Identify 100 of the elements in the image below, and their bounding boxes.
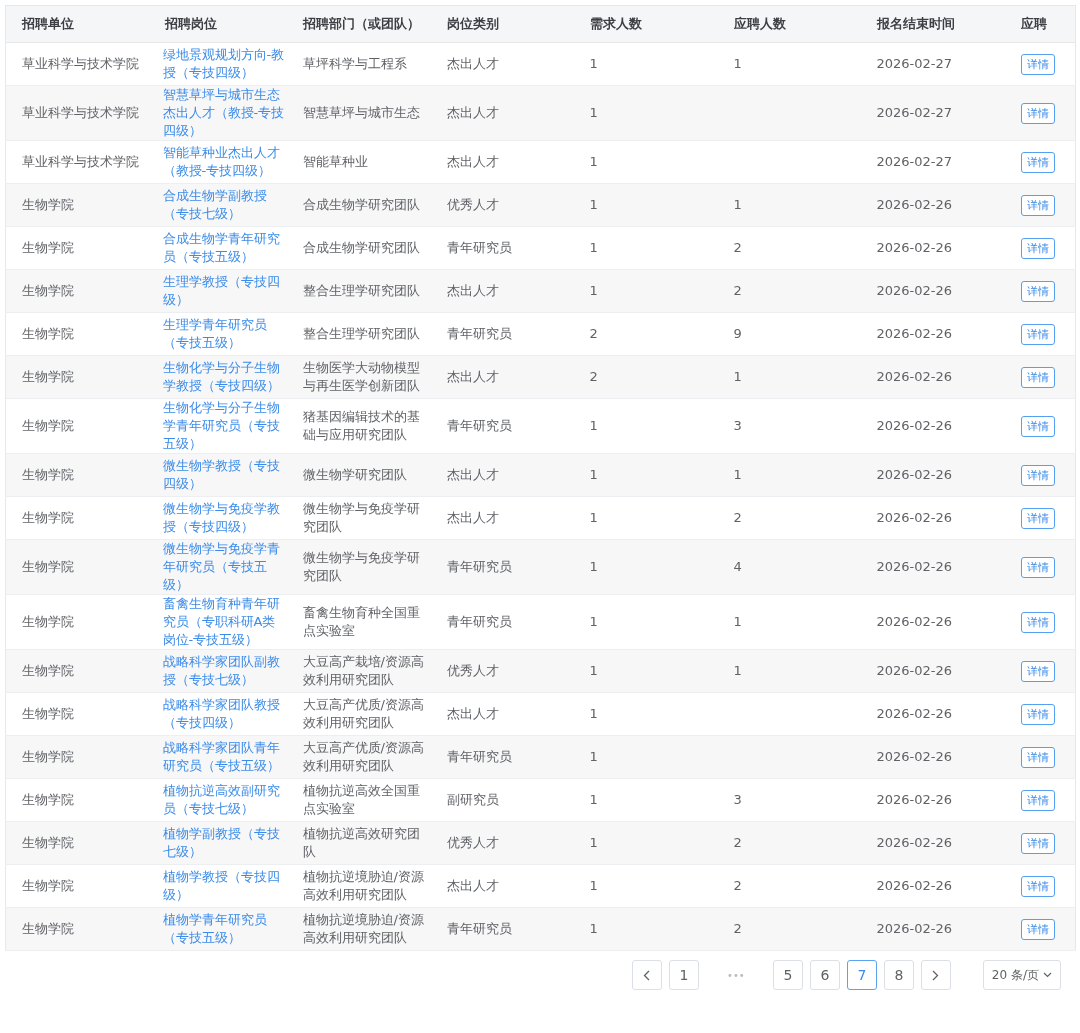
position-link[interactable]: 绿地景观规划方向-教授（专技四级） <box>162 46 287 82</box>
table-cell: 整合生理学研究团队 <box>302 326 420 341</box>
table-cell: 杰出人才 <box>446 467 499 482</box>
table-cell: 合成生物学研究团队 <box>302 240 420 255</box>
table-cell: 青年研究员 <box>446 749 512 764</box>
table-cell: 青年研究员 <box>446 559 512 574</box>
details-button[interactable]: 详情 <box>1020 151 1055 173</box>
next-page-button[interactable] <box>920 960 951 990</box>
table-cell: 畜禽生物育种全国重点实验室 <box>302 605 420 638</box>
table-cell: 大豆高产栽培/资源高效利用研究团队 <box>302 654 424 687</box>
table-cell: 草业科学与技术学院 <box>22 105 139 120</box>
table-cell: 微生物学研究团队 <box>302 467 407 482</box>
table-cell: 杰出人才 <box>446 283 499 298</box>
table-cell: 1 <box>733 663 742 678</box>
table-cell: 智慧草坪与城市生态 <box>302 105 420 120</box>
position-link[interactable]: 植物学教授（专技四级） <box>162 868 287 904</box>
position-link[interactable]: 畜禽生物育种青年研究员（专职科研A类岗位-专技五级） <box>162 595 287 649</box>
table-cell: 2 <box>733 921 742 936</box>
table-cell: 青年研究员 <box>446 240 512 255</box>
more-pages-button[interactable]: ••• <box>705 967 766 983</box>
table-cell: 2 <box>733 240 742 255</box>
table-cell: 青年研究员 <box>446 921 512 936</box>
page-button[interactable]: 7 <box>846 960 877 990</box>
table-cell: 生物学院 <box>22 878 74 893</box>
table-cell: 1 <box>589 510 598 525</box>
page-button[interactable]: 8 <box>883 960 914 990</box>
column-header: 招聘岗位 <box>148 5 287 43</box>
page-button[interactable]: 5 <box>772 960 803 990</box>
column-header: 需求人数 <box>573 5 718 43</box>
details-button[interactable]: 详情 <box>1020 194 1055 216</box>
details-button[interactable]: 详情 <box>1020 832 1055 854</box>
page-size-dropdown[interactable]: 20 条/页 <box>982 960 1061 990</box>
table-cell: 生物学院 <box>22 921 74 936</box>
table-cell: 2026-02-26 <box>876 559 953 574</box>
table-cell: 微生物学与免疫学研究团队 <box>302 550 420 583</box>
table-cell: 1 <box>733 614 742 629</box>
details-button[interactable]: 详情 <box>1020 415 1055 437</box>
position-link[interactable]: 生物化学与分子生物学青年研究员（专技五级） <box>162 399 287 453</box>
table-cell: 草业科学与技术学院 <box>22 154 139 169</box>
table-cell: 大豆高产优质/资源高效利用研究团队 <box>302 697 424 730</box>
table-cell: 草业科学与技术学院 <box>22 56 139 71</box>
table-cell: 1 <box>733 56 742 71</box>
details-button[interactable]: 详情 <box>1020 918 1055 940</box>
table-cell: 2026-02-26 <box>876 197 953 212</box>
details-button[interactable]: 详情 <box>1020 703 1055 725</box>
details-button[interactable]: 详情 <box>1020 464 1055 486</box>
previous-page-button[interactable] <box>631 960 662 990</box>
table-cell: 2 <box>589 369 598 384</box>
table-cell: 2026-02-26 <box>876 921 953 936</box>
table-cell: 植物抗逆高效研究团队 <box>302 826 420 859</box>
details-button[interactable]: 详情 <box>1020 102 1055 124</box>
details-button[interactable]: 详情 <box>1020 366 1055 388</box>
table-cell: 2026-02-26 <box>876 792 953 807</box>
table-cell: 2026-02-26 <box>876 706 953 721</box>
table-cell: 1 <box>589 614 598 629</box>
position-link[interactable]: 战略科学家团队教授（专技四级） <box>162 696 287 732</box>
page-button[interactable]: 6 <box>809 960 840 990</box>
table-cell: 植物抗逆境胁迫/资源高效利用研究团队 <box>302 912 424 945</box>
table-cell: 生物学院 <box>22 559 74 574</box>
table-cell: 2026-02-26 <box>876 614 953 629</box>
details-button[interactable]: 详情 <box>1020 789 1055 811</box>
table-cell: 草坪科学与工程系 <box>302 56 407 71</box>
table-cell: 生物学院 <box>22 240 74 255</box>
position-link[interactable]: 合成生物学青年研究员（专技五级） <box>162 230 287 266</box>
table-cell: 生物学院 <box>22 614 74 629</box>
details-button[interactable]: 详情 <box>1020 611 1055 633</box>
position-link[interactable]: 微生物学与免疫学教授（专技四级） <box>162 500 287 536</box>
column-header: 招聘部门（或团队） <box>286 5 431 43</box>
details-button[interactable]: 详情 <box>1020 556 1055 578</box>
table-cell: 生物学院 <box>22 510 74 525</box>
position-link[interactable]: 智能草种业杰出人才（教授-专技四级） <box>162 144 287 180</box>
table-cell: 副研究员 <box>446 792 499 807</box>
details-button[interactable]: 详情 <box>1020 875 1055 897</box>
table-cell: 1 <box>733 197 742 212</box>
table-cell: 2026-02-26 <box>876 326 953 341</box>
table-cell: 合成生物学研究团队 <box>302 197 420 212</box>
table-cell: 1 <box>733 369 742 384</box>
page-button[interactable]: 1 <box>668 960 699 990</box>
table-cell: 1 <box>589 835 598 850</box>
table-cell: 生物学院 <box>22 283 74 298</box>
table-cell: 1 <box>589 921 598 936</box>
table-cell: 整合生理学研究团队 <box>302 283 420 298</box>
details-button[interactable]: 详情 <box>1020 507 1055 529</box>
table-cell: 微生物学与免疫学研究团队 <box>302 501 420 534</box>
details-button[interactable]: 详情 <box>1020 323 1055 345</box>
column-header: 应聘人数 <box>717 5 861 43</box>
table-cell: 猪基因编辑技术的基础与应用研究团队 <box>302 409 420 442</box>
details-button[interactable]: 详情 <box>1020 660 1055 682</box>
table-cell: 2026-02-26 <box>876 663 953 678</box>
details-button[interactable]: 详情 <box>1020 746 1055 768</box>
table-cell: 2026-02-26 <box>876 240 953 255</box>
table-cell: 生物学院 <box>22 663 74 678</box>
position-link[interactable]: 生理学青年研究员（专技五级） <box>162 316 287 352</box>
table-cell: 9 <box>733 326 742 341</box>
details-button[interactable]: 详情 <box>1020 53 1055 75</box>
details-button[interactable]: 详情 <box>1020 237 1055 259</box>
details-button[interactable]: 详情 <box>1020 280 1055 302</box>
table-cell: 3 <box>733 792 742 807</box>
position-link[interactable]: 植物抗逆高效副研究员（专技七级） <box>162 782 287 818</box>
table-cell: 2026-02-26 <box>876 749 953 764</box>
